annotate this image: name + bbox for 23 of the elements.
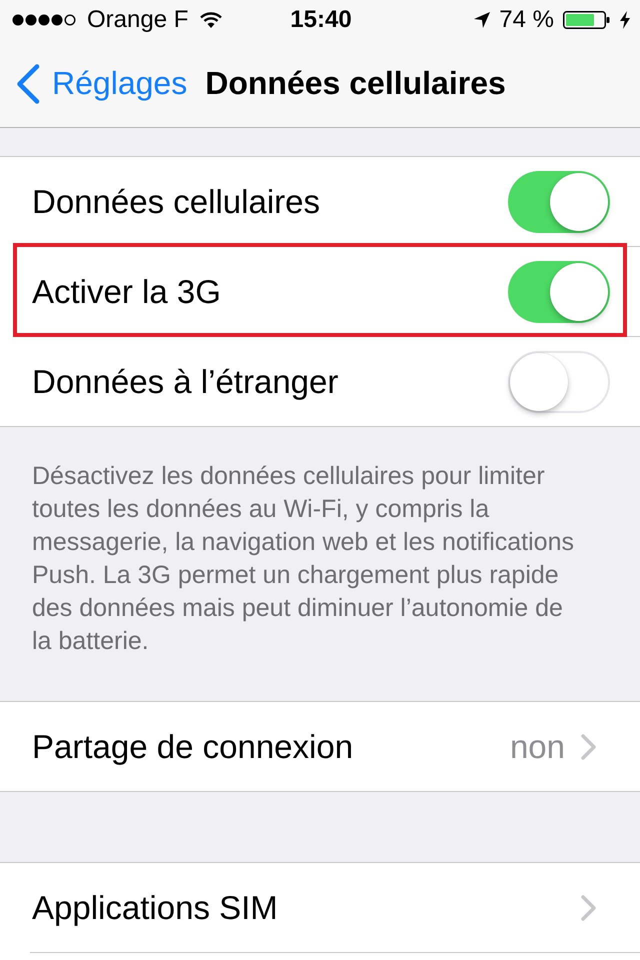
battery-icon	[563, 11, 611, 29]
menu-item[interactable]: Applications SIM	[32, 888, 278, 926]
setting-label: Activer la 3G	[32, 272, 221, 310]
chevron-icon[interactable]	[581, 894, 597, 920]
location-arrow-icon	[474, 12, 490, 28]
setting-label: Données à l’étranger	[32, 362, 338, 400]
toggle-switch[interactable]	[508, 170, 610, 232]
wifi-icon	[199, 11, 224, 29]
carrier-name: Orange F	[87, 6, 188, 34]
toggle-switch[interactable]	[508, 260, 610, 322]
page-title: Données cellulaires	[205, 65, 506, 102]
menu-item[interactable]: Partage de connexion	[32, 728, 354, 766]
status-time: 15:40	[290, 6, 352, 34]
charging-bolt-icon	[620, 11, 630, 29]
signal-strength-icon	[12, 14, 76, 26]
toggle-switch[interactable]	[508, 350, 610, 412]
back-button[interactable]: Réglages	[16, 64, 188, 104]
value-text: non	[510, 728, 565, 766]
setting-label: Données cellulaires	[32, 182, 320, 220]
battery-percentage: 74 %	[499, 6, 554, 34]
chevron-left-icon	[16, 64, 40, 104]
footer-note: Désactivez les données cellulaires pour limiter toutes les données au Wi-Fi, y compris la messagerie, la navigation web et les notifications Push. La 3G permet un chargement plus rapide des données mais peut diminuer l’autonomie de la batterie.	[31, 461, 575, 657]
chevron-icon[interactable]	[581, 734, 597, 760]
